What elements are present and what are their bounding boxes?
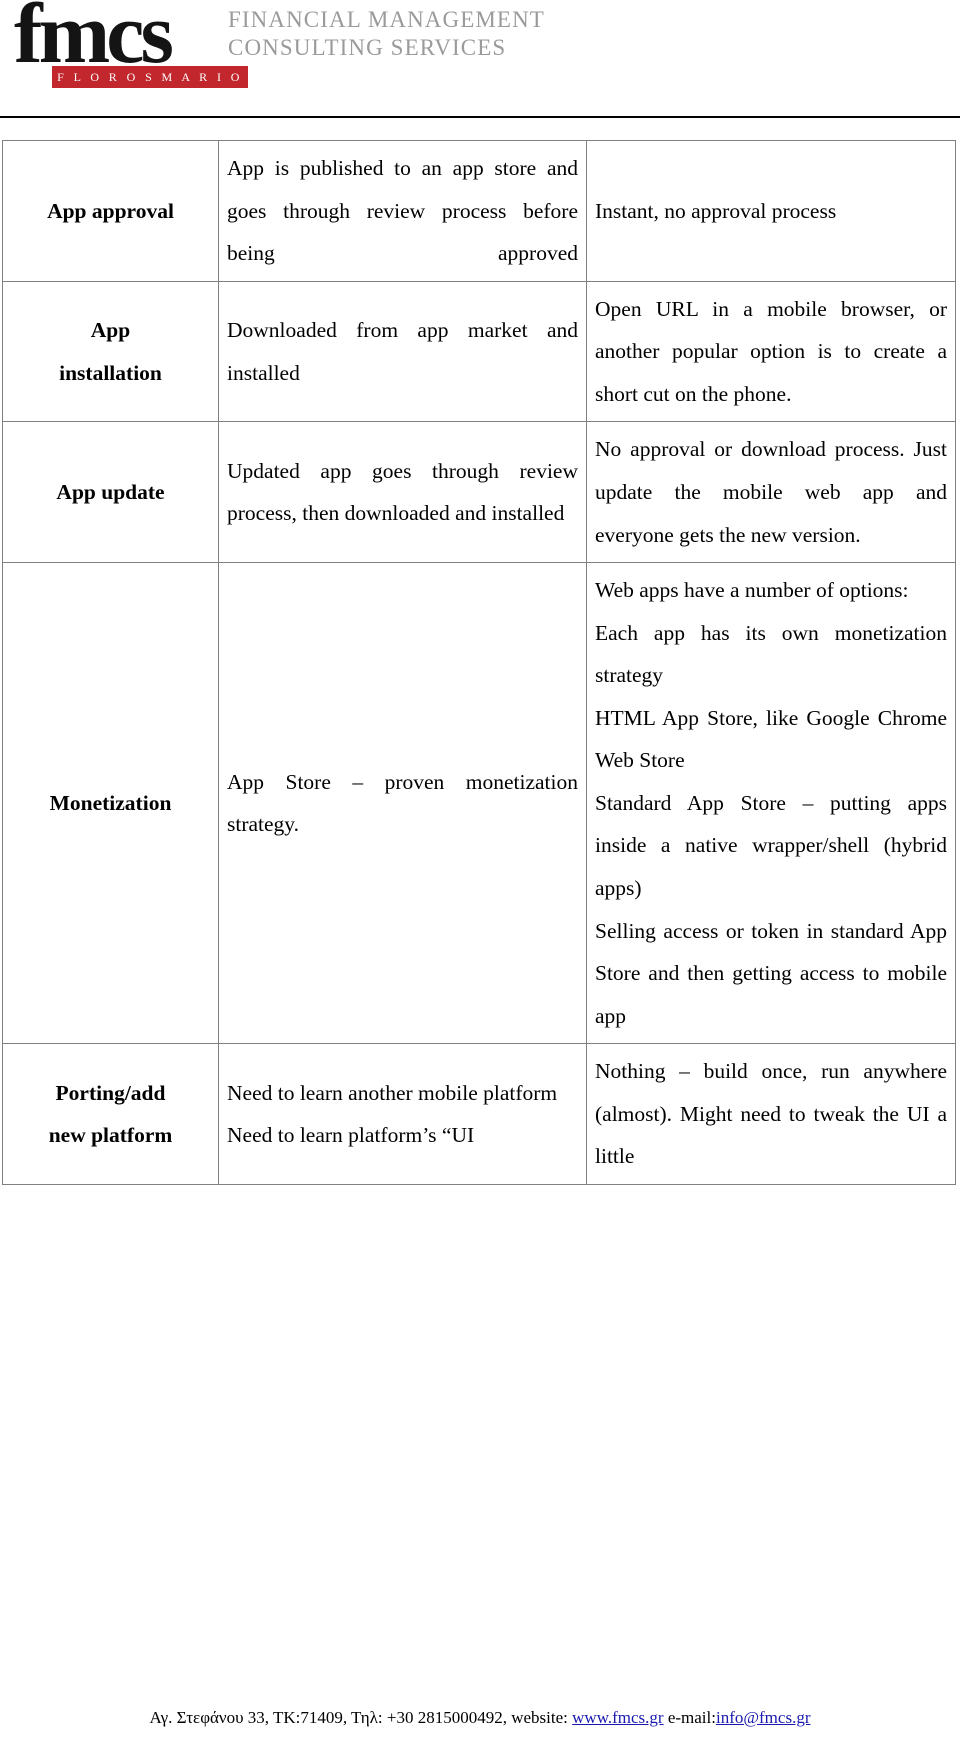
header-divider xyxy=(0,116,960,118)
comparison-table: App approval App is published to an app … xyxy=(2,140,956,1185)
cell-text: Nothing – build once, run anywhere (almo… xyxy=(595,1059,947,1169)
cell-native-app-update: Updated app goes through review process,… xyxy=(218,421,587,564)
cell-web-app-installation: Open URL in a mobile browser, or another… xyxy=(586,280,956,423)
table-row: App update Updated app goes through revi… xyxy=(2,421,956,564)
label-line-1: Porting/add xyxy=(55,1080,166,1105)
company-logo: fmcs F L O R O S M A R I O S xyxy=(14,0,264,106)
cell-text: Updated app goes through review process,… xyxy=(227,458,578,526)
logo-wordmark: fmcs xyxy=(14,0,174,81)
table-row: App approval App is published to an app … xyxy=(2,140,956,282)
cell-native-monetization: App Store – proven monetization strategy… xyxy=(218,562,587,1045)
cell-text: Downloaded from app market and installed xyxy=(227,317,578,385)
cell-web-monetization: Web apps have a number of options: Each … xyxy=(586,562,956,1045)
cell-native-app-installation: Downloaded from app market and installed xyxy=(218,280,587,423)
footer-email-label: e-mail: xyxy=(667,1708,716,1727)
label-line-2: installation xyxy=(59,360,162,385)
table-row: Monetization App Store – proven monetiza… xyxy=(2,562,956,1045)
tagline-line-2: CONSULTING SERVICES xyxy=(228,35,507,61)
cell-text-line-2: Need to learn platform’s “UI xyxy=(227,1123,475,1148)
table-row: App installation Downloaded from app mar… xyxy=(2,280,956,423)
cell-native-app-approval: App is published to an app store and goe… xyxy=(218,140,587,282)
cell-text-line-1: Need to learn another mobile platform xyxy=(227,1080,558,1105)
monetization-option: Each app has its own monetization strate… xyxy=(595,620,947,688)
page-footer: Αγ. Στεφάνου 33, ΤΚ:71409, Τηλ: +30 2815… xyxy=(0,1706,960,1730)
row-label-porting: Porting/add new platform xyxy=(2,1043,219,1185)
monetization-intro: Web apps have a number of options: xyxy=(595,578,909,603)
website-link[interactable]: www.fmcs.gr xyxy=(572,1708,663,1727)
cell-native-porting: Need to learn another mobile platform Ne… xyxy=(218,1043,587,1185)
monetization-option: Selling access or token in standard App … xyxy=(595,918,947,1028)
cell-text: Instant, no approval process xyxy=(595,198,837,223)
email-link[interactable]: info@fmcs.gr xyxy=(716,1708,811,1727)
cell-text: No approval or download process. Just up… xyxy=(595,437,947,547)
label-line-2: new platform xyxy=(48,1123,173,1148)
tagline-line-1: FINANCIAL MANAGEMENT xyxy=(228,7,545,32)
label-line-1: App xyxy=(90,317,131,342)
row-label-monetization: Monetization xyxy=(2,562,219,1045)
logo-red-banner: F L O R O S M A R I O S xyxy=(52,66,248,106)
cell-web-app-approval: Instant, no approval process xyxy=(586,140,956,282)
page-header: fmcs F L O R O S M A R I O S FINANCIAL M… xyxy=(0,0,960,118)
cell-web-porting: Nothing – build once, run anywhere (almo… xyxy=(586,1043,956,1185)
cell-text: App Store – proven monetization strategy… xyxy=(227,769,578,837)
cell-text: Open URL in a mobile browser, or another… xyxy=(595,296,947,406)
logo-banner-text: F L O R O S M A R I O S xyxy=(57,70,243,106)
monetization-option: Standard App Store – putting apps inside… xyxy=(595,790,947,900)
row-label-app-approval: App approval xyxy=(2,140,219,282)
row-label-app-installation: App installation xyxy=(2,280,219,423)
cell-text: App is published to an app store and goe… xyxy=(227,156,578,266)
footer-address: Αγ. Στεφάνου 33, ΤΚ:71409, Τηλ: +30 2815… xyxy=(149,1708,568,1727)
table-row: Porting/add new platform Need to learn a… xyxy=(2,1043,956,1185)
row-label-app-update: App update xyxy=(2,421,219,564)
cell-web-app-update: No approval or download process. Just up… xyxy=(586,421,956,564)
monetization-option: HTML App Store, like Google Chrome Web S… xyxy=(595,705,947,773)
company-tagline: FINANCIAL MANAGEMENT CONSULTING SERVICES xyxy=(228,6,658,62)
